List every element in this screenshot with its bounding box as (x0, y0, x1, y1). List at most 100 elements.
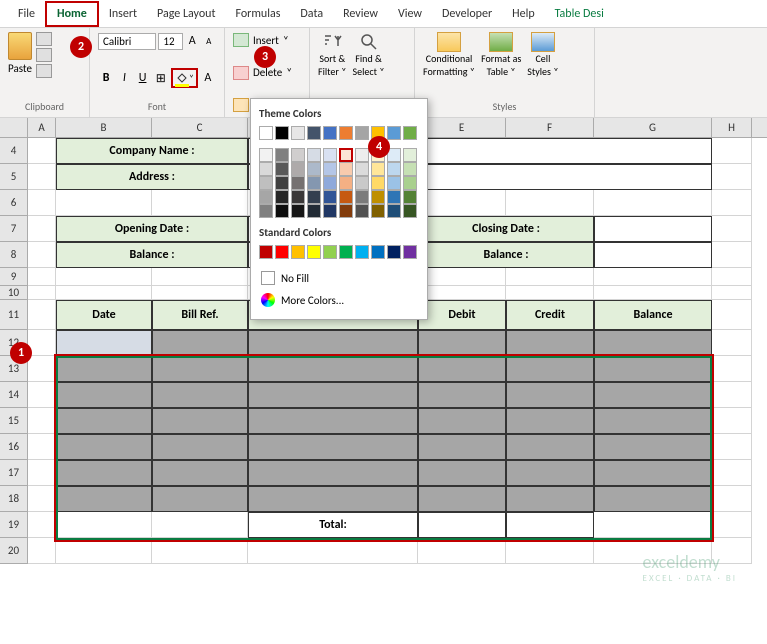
table-cell[interactable] (418, 460, 506, 486)
table-cell[interactable] (152, 460, 248, 486)
color-swatch[interactable] (307, 148, 321, 162)
color-swatch[interactable] (259, 190, 273, 204)
table-cell[interactable] (418, 408, 506, 434)
tab-home[interactable]: Home (45, 1, 99, 27)
table-cell[interactable] (418, 486, 506, 512)
color-swatch[interactable] (371, 162, 385, 176)
tab-view[interactable]: View (388, 3, 432, 25)
color-swatch[interactable] (339, 148, 353, 162)
color-swatch[interactable] (403, 204, 417, 218)
col-header-b[interactable]: B (56, 118, 152, 137)
increase-font-icon[interactable]: A (185, 32, 200, 50)
color-swatch[interactable] (291, 162, 305, 176)
color-swatch[interactable] (291, 126, 305, 140)
border-button[interactable]: ⊞ (153, 69, 169, 87)
row-header[interactable]: 11 (0, 300, 28, 330)
paste-button[interactable]: Paste (8, 32, 32, 78)
color-swatch[interactable] (403, 162, 417, 176)
color-swatch[interactable] (323, 190, 337, 204)
table-cell[interactable] (152, 330, 248, 356)
table-cell[interactable] (506, 408, 594, 434)
color-swatch[interactable] (403, 176, 417, 190)
table-cell[interactable] (594, 486, 712, 512)
color-swatch[interactable] (259, 162, 273, 176)
color-swatch[interactable] (275, 190, 289, 204)
cut-icon[interactable] (36, 32, 52, 46)
color-swatch[interactable] (323, 204, 337, 218)
fill-color-button[interactable]: ˅ (171, 68, 198, 88)
color-swatch[interactable] (355, 190, 369, 204)
tab-page-layout[interactable]: Page Layout (147, 3, 225, 25)
color-swatch[interactable] (355, 204, 369, 218)
table-cell[interactable] (418, 330, 506, 356)
table-cell[interactable] (506, 460, 594, 486)
color-swatch[interactable] (275, 176, 289, 190)
col-header-c[interactable]: C (152, 118, 248, 137)
color-swatch[interactable] (307, 162, 321, 176)
color-swatch[interactable] (403, 148, 417, 162)
cell-styles-button[interactable]: CellStyles ˅ (527, 32, 558, 78)
color-swatch[interactable] (403, 245, 417, 259)
tab-developer[interactable]: Developer (432, 3, 502, 25)
row-header[interactable]: 18 (0, 486, 28, 512)
tab-insert[interactable]: Insert (99, 3, 147, 25)
color-swatch[interactable] (307, 245, 321, 259)
table-cell[interactable] (152, 434, 248, 460)
tab-formulas[interactable]: Formulas (225, 3, 290, 25)
color-swatch[interactable] (291, 204, 305, 218)
tab-help[interactable]: Help (502, 3, 545, 25)
color-swatch[interactable] (371, 190, 385, 204)
color-swatch[interactable] (387, 245, 401, 259)
color-swatch[interactable] (387, 126, 401, 140)
table-cell[interactable] (248, 486, 418, 512)
font-name-select[interactable]: Calibri (98, 33, 156, 50)
color-swatch[interactable] (371, 245, 385, 259)
row-header[interactable]: 4 (0, 138, 28, 164)
total-credit[interactable] (506, 512, 594, 538)
table-cell[interactable] (506, 356, 594, 382)
color-swatch[interactable] (323, 148, 337, 162)
table-cell[interactable] (56, 356, 152, 382)
color-swatch[interactable] (291, 245, 305, 259)
table-cell[interactable] (506, 434, 594, 460)
sort-filter-button[interactable]: Sort &Filter ˅ (318, 32, 347, 78)
color-swatch[interactable] (339, 204, 353, 218)
table-cell[interactable] (248, 356, 418, 382)
table-cell[interactable] (152, 408, 248, 434)
table-cell[interactable] (594, 408, 712, 434)
row-header[interactable]: 7 (0, 216, 28, 242)
table-cell[interactable] (418, 382, 506, 408)
color-swatch[interactable] (339, 190, 353, 204)
select-all-corner[interactable] (0, 118, 28, 137)
color-swatch[interactable] (259, 245, 273, 259)
table-cell[interactable] (248, 408, 418, 434)
color-swatch[interactable] (275, 162, 289, 176)
col-header-f[interactable]: F (506, 118, 594, 137)
table-cell[interactable] (594, 434, 712, 460)
table-cell[interactable] (152, 486, 248, 512)
tab-data[interactable]: Data (290, 3, 333, 25)
table-cell[interactable] (594, 460, 712, 486)
row-header[interactable]: 17 (0, 460, 28, 486)
format-as-table-button[interactable]: Format asTable ˅ (481, 32, 521, 78)
balance-value-2[interactable] (594, 242, 712, 268)
col-header-h[interactable]: H (712, 118, 752, 137)
color-swatch[interactable] (339, 245, 353, 259)
color-swatch[interactable] (259, 204, 273, 218)
color-swatch[interactable] (323, 245, 337, 259)
color-swatch[interactable] (387, 162, 401, 176)
color-swatch[interactable] (371, 204, 385, 218)
table-cell[interactable] (594, 382, 712, 408)
color-swatch[interactable] (387, 204, 401, 218)
more-colors-option[interactable]: More Colors... (259, 289, 419, 311)
row-header[interactable]: 10 (0, 286, 28, 300)
table-cell[interactable] (418, 356, 506, 382)
table-cell[interactable] (248, 330, 418, 356)
table-cell[interactable] (56, 382, 152, 408)
color-swatch[interactable] (307, 176, 321, 190)
table-cell[interactable] (56, 486, 152, 512)
underline-button[interactable]: U (134, 69, 150, 87)
color-swatch[interactable] (339, 126, 353, 140)
color-swatch[interactable] (387, 190, 401, 204)
total-debit[interactable] (418, 512, 506, 538)
